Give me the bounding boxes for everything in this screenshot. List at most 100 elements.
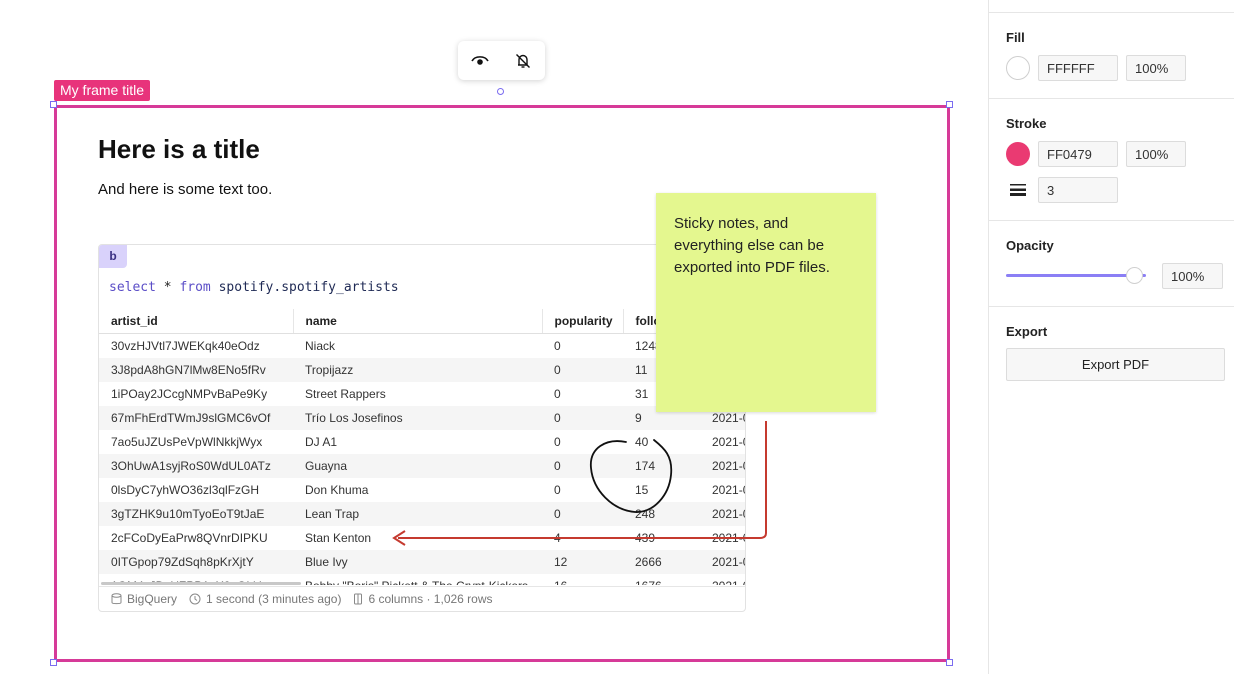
resize-handle-bottom-left[interactable] [50, 659, 57, 666]
cell-footer: BigQuery 1 second (3 minutes ago) 6 colu… [99, 586, 745, 611]
table-header-row: artist_id name popularity follow [99, 309, 745, 334]
export-title: Export [1006, 324, 1048, 339]
table-cell: Bobby "Boris" Pickett & The Crypt-Kicker… [293, 574, 542, 585]
stroke-color-input[interactable]: FF0479 [1038, 141, 1118, 167]
stroke-title: Stroke [1006, 116, 1047, 131]
table-cell: 2021-0 [700, 502, 745, 526]
properties-panel: Fill FFFFFF 100% Stroke FF0479 100% 3 Op… [988, 0, 1234, 674]
fill-color-input[interactable]: FFFFFF [1038, 55, 1118, 81]
table-cell: 16 [542, 574, 623, 585]
results-table-container[interactable]: artist_id name popularity follow 30vzHJV… [99, 309, 745, 585]
fill-opacity-input[interactable]: 100% [1126, 55, 1186, 81]
table-cell: 0 [542, 358, 623, 382]
rotation-handle[interactable] [497, 88, 504, 95]
opacity-title: Opacity [1006, 238, 1054, 253]
table-cell: 3J8pdA8hGN7lMw8ENo5fRv [99, 358, 293, 382]
floating-toolbar [458, 41, 545, 80]
footer-shape: 6 columns · 1,026 rows [353, 592, 493, 606]
table-cell: 40 [635, 435, 649, 449]
table-cell: Street Rappers [305, 387, 386, 401]
table-cell: 2666 [623, 550, 700, 574]
bell-off-icon [516, 53, 531, 68]
table-cell: 0 [554, 339, 561, 353]
sticky-note-text: Sticky notes, and everything else can be… [674, 215, 830, 276]
column-header[interactable]: artist_id [99, 309, 294, 334]
table-cell: 2021-0 [700, 574, 745, 585]
table-row: 3OhUwA1syjRoS0WdUL0ATz Guayna 0 174 2021… [99, 454, 745, 478]
stroke-width-icon [1010, 184, 1026, 196]
clock-icon [189, 593, 201, 605]
sql-keyword-select: select [109, 280, 156, 295]
table-cell: Guayna [293, 454, 542, 478]
canvas[interactable]: My frame title Here is a title And here … [0, 0, 988, 674]
sql-star: * [155, 280, 180, 295]
sticky-note[interactable]: Sticky notes, and everything else can be… [656, 193, 876, 412]
table-row: 7ao5uJZUsPeVpWlNkkjWyx DJ A1 0 40 2021-0 [99, 430, 745, 454]
table-cell: 2021-0 [712, 483, 745, 497]
table-cell: 0 [554, 387, 561, 401]
table-row: 1iPOay2JCcgNMPvBaPe9Ky Street Rappers 0 … [99, 382, 745, 406]
opacity-slider-thumb[interactable] [1126, 267, 1143, 284]
resize-handle-top-right[interactable] [946, 101, 953, 108]
table-cell: 439 [635, 531, 656, 545]
resize-handle-top-left[interactable] [50, 101, 57, 108]
table-cell: 12 [542, 550, 623, 574]
table-cell: 0ITGpop79ZdSqh8pKrXjtY [99, 550, 293, 574]
doc-text: And here is some text too. [98, 181, 273, 198]
table-cell: Stan Kenton [305, 531, 372, 545]
stroke-width-input[interactable]: 3 [1038, 177, 1118, 203]
eye-icon [471, 55, 489, 65]
table-row: 30vzHJVtl7JWEKqk40eOdz Niack 0 1248 [99, 334, 745, 359]
database-icon [111, 593, 122, 605]
export-pdf-button[interactable]: Export PDF [1006, 348, 1225, 381]
table-cell: Blue Ivy [293, 550, 542, 574]
table-row: 0lsDyC7yhWO36zl3qlFzGH Don Khuma 0 15 20… [99, 478, 745, 502]
footer-source: BigQuery [111, 592, 177, 606]
table-cell: 2021-0 [712, 531, 745, 545]
table-cell: 174 [623, 454, 700, 478]
mute-notifications-button[interactable] [511, 49, 535, 73]
footer-time-label: 1 second (3 minutes ago) [206, 592, 342, 606]
stroke-swatch[interactable] [1006, 142, 1030, 166]
table-cell: 7ao5uJZUsPeVpWlNkkjWyx [111, 435, 263, 449]
table-cell: 1676 [623, 574, 700, 585]
table-cell: 0 [542, 406, 623, 430]
column-header[interactable]: popularity [542, 309, 624, 334]
table-cell: 2021-0 [712, 435, 745, 449]
fill-title: Fill [1006, 30, 1025, 45]
cell-name-badge: b [99, 245, 127, 268]
sql-cell[interactable]: b select * from spotify.spotify_artists … [98, 244, 746, 612]
table-cell: 0 [542, 502, 623, 526]
opacity-section: Opacity 100% [989, 220, 1234, 307]
table-cell: DJ A1 [305, 435, 338, 449]
doc-title: Here is a title [98, 134, 260, 164]
table-cell: 30vzHJVtl7JWEKqk40eOdz [111, 339, 260, 353]
sql-table-name: spotify.spotify_artists [210, 280, 399, 295]
table-cell: Don Khuma [305, 483, 369, 497]
table-cell: 1iPOay2JCcgNMPvBaPe9Ky [111, 387, 268, 401]
table-cell: 2021-0 [700, 454, 745, 478]
columns-icon [354, 593, 363, 605]
table-cell: 0 [554, 435, 561, 449]
horizontal-scrollbar[interactable] [101, 582, 301, 585]
table-cell: Tropijazz [293, 358, 542, 382]
opacity-slider-track[interactable] [1006, 274, 1146, 277]
opacity-input[interactable]: 100% [1162, 263, 1223, 289]
table-cell: Trío Los Josefinos [293, 406, 542, 430]
table-cell: 0 [542, 454, 623, 478]
table-row: 2cFCoDyEaPrw8QVnrDIPKU Stan Kenton 4 439… [99, 526, 745, 550]
visibility-button[interactable] [468, 49, 492, 73]
sql-query[interactable]: select * from spotify.spotify_artists [109, 280, 399, 295]
table-cell: 0lsDyC7yhWO36zl3qlFzGH [111, 483, 260, 497]
table-row: 0ITGpop79ZdSqh8pKrXjtY Blue Ivy 12 2666 … [99, 550, 745, 574]
frame-title[interactable]: My frame title [54, 80, 151, 101]
fill-section: Fill FFFFFF 100% [989, 12, 1234, 99]
resize-handle-bottom-right[interactable] [946, 659, 953, 666]
table-cell: 248 [623, 502, 700, 526]
stroke-opacity-input[interactable]: 100% [1126, 141, 1186, 167]
column-header[interactable]: name [293, 309, 543, 334]
fill-swatch[interactable] [1006, 56, 1030, 80]
footer-time: 1 second (3 minutes ago) [189, 592, 341, 606]
table-cell: Lean Trap [293, 502, 542, 526]
export-section: Export [989, 306, 1234, 339]
